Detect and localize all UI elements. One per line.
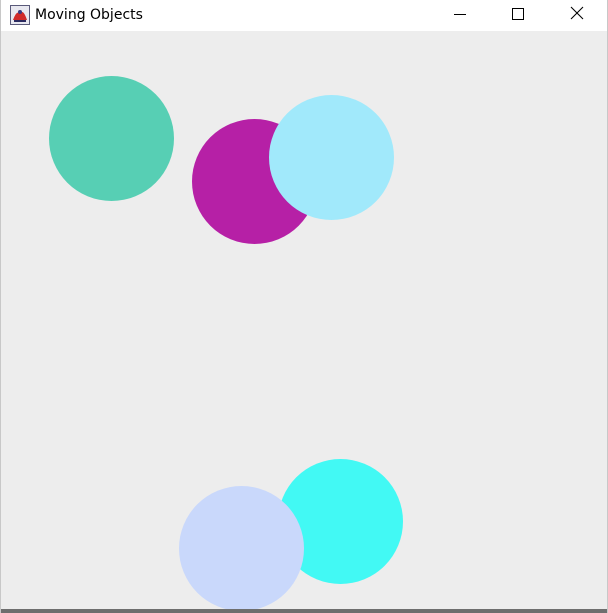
maximize-button[interactable] <box>495 0 541 29</box>
minimize-icon <box>454 5 466 24</box>
window-title: Moving Objects <box>35 7 143 23</box>
close-icon <box>570 5 584 24</box>
app-window: Moving Objects <box>0 0 608 613</box>
light-blue-circle <box>269 95 394 220</box>
minimize-button[interactable] <box>437 0 483 29</box>
drawing-canvas[interactable] <box>1 31 607 609</box>
java-app-icon[interactable] <box>10 5 30 25</box>
close-button[interactable] <box>554 0 600 29</box>
lavender-circle <box>179 486 304 609</box>
window-bottom-border <box>1 609 607 613</box>
title-bar[interactable]: Moving Objects <box>1 0 607 31</box>
maximize-icon <box>512 5 524 24</box>
teal-circle <box>49 76 174 201</box>
